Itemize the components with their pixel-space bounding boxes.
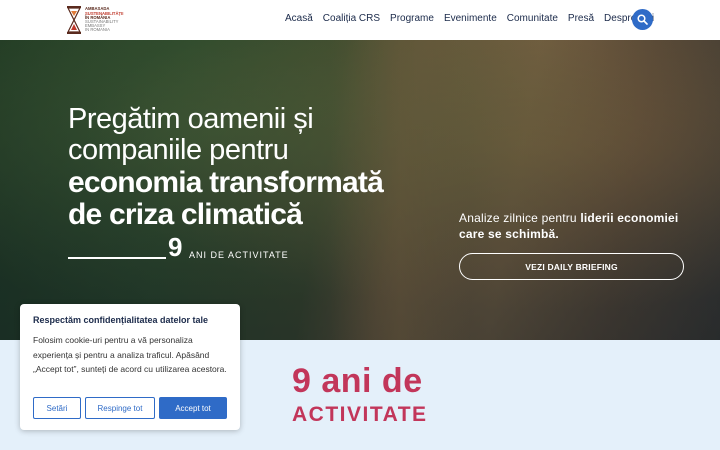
cookie-title: Respectăm confidențialitatea datelor tal… (33, 315, 209, 325)
years-label: ANI DE ACTIVITATE (189, 250, 289, 260)
cookie-settings-button[interactable]: Setări (33, 397, 81, 419)
hero-title-light-line-2: companiile pentru (68, 134, 289, 166)
nav-item-coalitia-crs[interactable]: Coaliția CRS (323, 13, 380, 24)
nav-item-comunitate[interactable]: Comunitate (507, 13, 558, 24)
daily-analysis-text: Analize zilnice pentru liderii economiei… (459, 210, 689, 242)
site-header: AMBASADA SUSTENABILITĂȚII ÎN ROMÂNIA SUS… (0, 0, 720, 40)
cookie-reject-button[interactable]: Respinge tot (85, 397, 155, 419)
cookie-accept-button[interactable]: Accept tot (159, 397, 227, 419)
hourglass-logo-icon (67, 6, 81, 34)
logo-text: AMBASADA SUSTENABILITĂȚII ÎN ROMÂNIA SUS… (85, 7, 123, 32)
nav-item-presa[interactable]: Presă (568, 13, 594, 24)
hero-title-light-line-1: Pregătim oamenii și (68, 103, 314, 135)
analysis-prefix: Analize zilnice pentru (459, 211, 581, 225)
activity-years-heading: 9 ani de (292, 362, 423, 400)
nav-item-programe[interactable]: Programe (390, 13, 434, 24)
activity-subheading: ACTIVITATE (292, 403, 428, 426)
main-nav: Acasă Coaliția CRS Programe Evenimente C… (285, 13, 664, 24)
search-button[interactable] (632, 9, 653, 30)
search-icon (637, 14, 648, 25)
years-number: 9 (168, 232, 183, 262)
logo-line-6: IN ROMANIA (85, 27, 110, 33)
daily-briefing-button[interactable]: VEZI DAILY BRIEFING (459, 253, 684, 280)
hero-title-bold: economia transformată de criza climatică (68, 166, 384, 231)
hero-title-bold-line-2: de criza climatică (68, 198, 303, 231)
nav-item-acasa[interactable]: Acasă (285, 13, 313, 24)
cookie-consent-banner: Respectăm confidențialitatea datelor tal… (20, 304, 240, 430)
site-logo[interactable]: AMBASADA SUSTENABILITĂȚII ÎN ROMÂNIA SUS… (66, 4, 126, 36)
hero-title-bold-line-1: economia transformată (68, 166, 384, 199)
hero-title-light: Pregătim oamenii și companiile pentru (68, 103, 314, 166)
cookie-text: Folosim cookie-uri pentru a vă personali… (33, 335, 227, 374)
nav-item-evenimente[interactable]: Evenimente (444, 13, 497, 24)
years-divider (68, 257, 166, 259)
